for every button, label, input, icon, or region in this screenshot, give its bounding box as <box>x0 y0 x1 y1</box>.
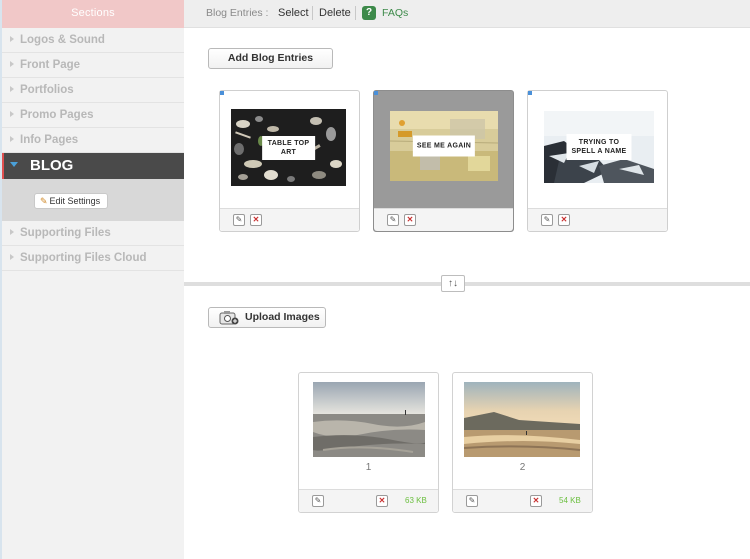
upload-images-label: Upload Images <box>245 311 320 323</box>
sidebar-item-logos-sound[interactable]: Logos & Sound <box>2 28 184 53</box>
file-size: 54 KB <box>559 496 581 505</box>
delete-image-button[interactable]: ✕ <box>376 495 388 507</box>
card-footer: ✎ ✕ <box>528 208 667 231</box>
selection-marker <box>528 91 532 95</box>
sidebar-item-promo-pages[interactable]: Promo Pages <box>2 103 184 128</box>
blog-entry-title: SEE ME AGAIN <box>412 135 476 157</box>
blog-entry-title: TRYING TO SPELL A NAME <box>566 134 632 160</box>
sidebar-item-supporting-files[interactable]: Supporting Files <box>2 221 184 246</box>
sidebar-item-label: Info Pages <box>20 134 79 146</box>
sidebar-item-label: Front Page <box>20 59 81 71</box>
sidebar-header: Sections <box>2 0 184 28</box>
selection-marker <box>374 91 378 95</box>
delete-entry-button[interactable]: ✕ <box>558 214 570 226</box>
delete-link[interactable]: Delete <box>319 7 351 19</box>
sidebar-item-label: Supporting Files <box>20 227 111 239</box>
edit-entry-button[interactable]: ✎ <box>387 214 399 226</box>
card-footer: ✎ ✕ 54 KB <box>453 489 592 512</box>
edit-settings-label: Edit Settings <box>49 196 101 206</box>
toolbar-separator <box>312 6 313 20</box>
sidebar-item-label: BLOG <box>30 157 74 174</box>
card-footer: ✎ ✕ 63 KB <box>299 489 438 512</box>
add-blog-entries-button[interactable]: Add Blog Entries <box>208 48 333 69</box>
app-window: Sections Logos & Sound Front Page Portfo… <box>0 0 750 559</box>
faqs-link[interactable]: FAQs <box>382 7 408 19</box>
sidebar-item-supporting-files-cloud[interactable]: Supporting Files Cloud <box>2 246 184 271</box>
pencil-icon: ✎ <box>40 196 48 206</box>
toolbar-separator <box>355 6 356 20</box>
image-card[interactable]: 1 ✎ ✕ 63 KB <box>298 372 439 513</box>
toolbar-label: Blog Entries : <box>206 7 269 19</box>
image-thumbnail <box>464 382 580 457</box>
blog-entry-card[interactable]: TRYING TO SPELL A NAME ✎ ✕ <box>527 90 668 232</box>
delete-entry-button[interactable]: ✕ <box>250 214 262 226</box>
help-icon[interactable]: ? <box>362 6 376 20</box>
caret-right-icon <box>10 228 14 235</box>
caret-right-icon <box>10 253 14 260</box>
sidebar-item-label: Promo Pages <box>20 109 94 121</box>
upload-images-button[interactable]: Upload Images <box>208 307 326 328</box>
caret-right-icon <box>10 85 14 92</box>
blog-entry-thumbnail: TRYING TO SPELL A NAME <box>544 111 654 183</box>
sidebar-item-blog[interactable]: BLOG <box>2 153 184 179</box>
caret-right-icon <box>10 35 14 42</box>
card-footer: ✎ ✕ <box>374 208 513 231</box>
sidebar-item-label: Logos & Sound <box>20 34 105 46</box>
blog-entry-card[interactable]: SEE ME AGAIN ✎ ✕ <box>373 90 514 232</box>
sidebar-item-label: Portfolios <box>20 84 74 96</box>
file-size: 63 KB <box>405 496 427 505</box>
edit-image-button[interactable]: ✎ <box>466 495 478 507</box>
blog-settings-area: ✎ Edit Settings <box>2 179 184 221</box>
caret-right-icon <box>10 110 14 117</box>
resize-handle-icon[interactable]: ↑↓ <box>441 275 465 292</box>
camera-icon <box>219 310 239 325</box>
delete-entry-button[interactable]: ✕ <box>404 214 416 226</box>
sidebar-item-portfolios[interactable]: Portfolios <box>2 78 184 103</box>
sidebar-item-front-page[interactable]: Front Page <box>2 53 184 78</box>
edit-settings-button[interactable]: ✎ Edit Settings <box>34 193 109 209</box>
blog-entry-thumbnail: TABLE TOP ART <box>231 109 346 186</box>
image-index: 1 <box>365 462 372 473</box>
blog-entry-thumbnail: SEE ME AGAIN <box>390 111 498 181</box>
blog-entry-card[interactable]: TABLE TOP ART ✎ ✕ <box>219 90 360 232</box>
select-link[interactable]: Select <box>278 7 309 19</box>
edit-image-button[interactable]: ✎ <box>312 495 324 507</box>
sidebar: Sections Logos & Sound Front Page Portfo… <box>0 0 184 559</box>
caret-right-icon <box>10 60 14 67</box>
image-card[interactable]: 2 ✎ ✕ 54 KB <box>452 372 593 513</box>
caret-right-icon <box>10 135 14 142</box>
card-footer: ✎ ✕ <box>220 208 359 231</box>
image-index: 2 <box>519 462 526 473</box>
sidebar-item-info-pages[interactable]: Info Pages <box>2 128 184 153</box>
caret-down-icon <box>10 161 18 167</box>
selection-marker <box>220 91 224 95</box>
edit-entry-button[interactable]: ✎ <box>541 214 553 226</box>
blog-entry-title: TABLE TOP ART <box>261 135 316 160</box>
sidebar-item-label: Supporting Files Cloud <box>20 252 147 264</box>
toolbar: Blog Entries : Select Delete ? FAQs <box>184 0 750 28</box>
image-thumbnail <box>313 382 425 457</box>
delete-image-button[interactable]: ✕ <box>530 495 542 507</box>
edit-entry-button[interactable]: ✎ <box>233 214 245 226</box>
panel-divider <box>184 282 750 286</box>
